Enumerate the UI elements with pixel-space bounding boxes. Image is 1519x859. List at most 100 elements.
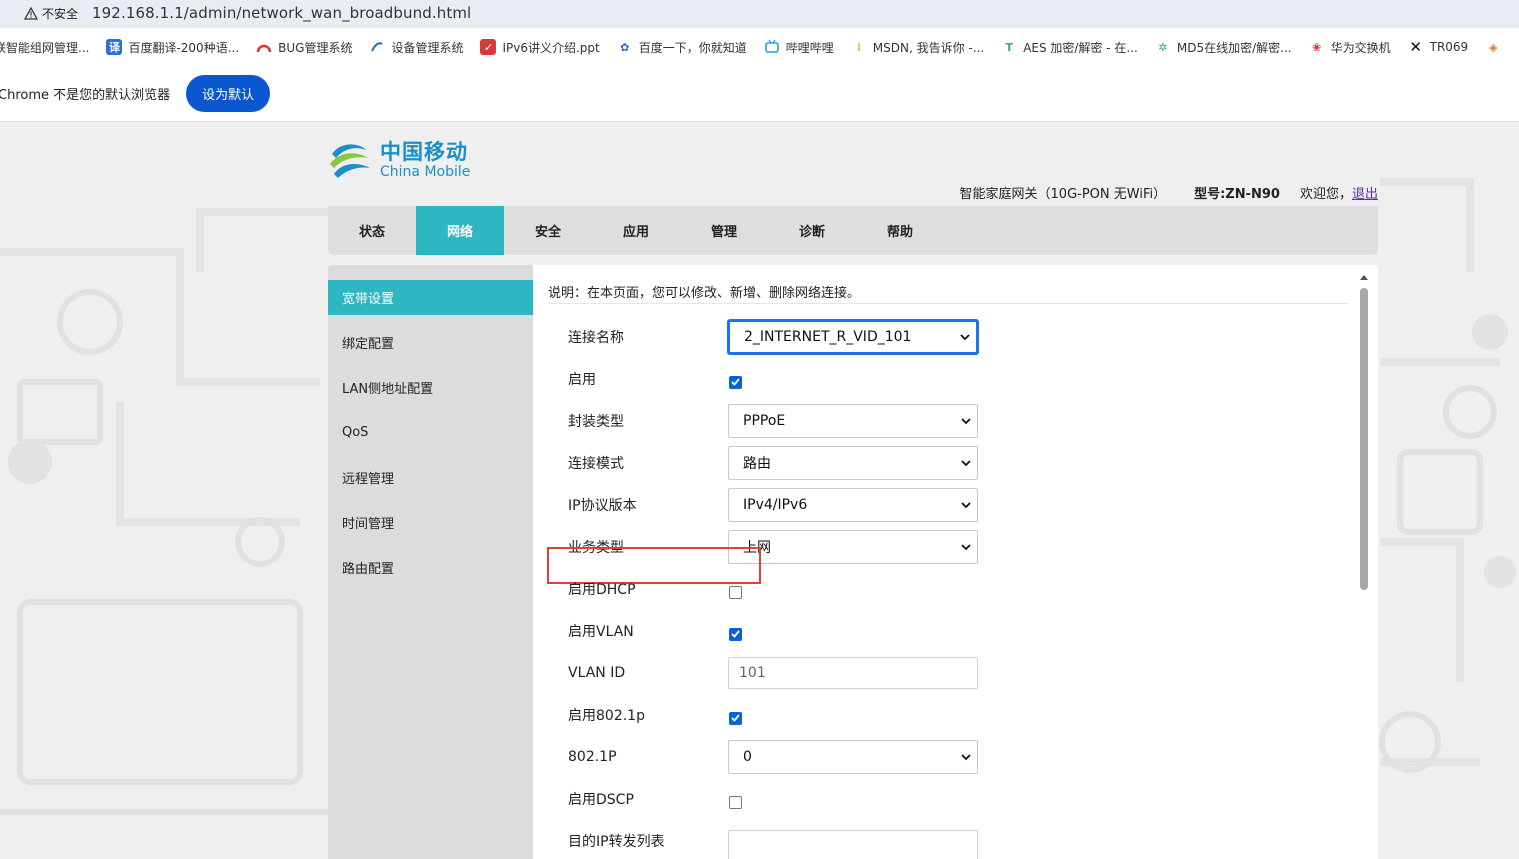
bookmark-label: 哔哩哔哩 [785,40,834,55]
scrollbar-thumb[interactable] [1360,288,1368,590]
scroll-up-arrow-icon[interactable] [1359,273,1369,281]
china-mobile-logo[interactable]: 中国移动 China Mobile [326,136,470,184]
bookmark-label: TR069 [1429,40,1469,54]
sidebar-item-routing[interactable]: 路由配置 [328,550,533,585]
logout-link[interactable]: 退出 [1352,187,1378,202]
encap-type-select[interactable]: PPPoE [728,404,978,438]
baidu-translate-icon: 译 [106,39,123,55]
sidebar-item-binding[interactable]: 绑定配置 [328,325,533,360]
security-indicator[interactable]: 不安全 [24,5,78,22]
logo-en: China Mobile [380,164,471,180]
bookmark-item[interactable]: ⁞ MSDN, 我告诉你 -... [851,39,985,56]
bookmarks-bar: 联智能组网管理... 译 百度翻译-200种语... BUG管理系统 设备管理系… [0,28,1519,66]
bookmark-item[interactable]: ✲ MD5在线加密/解密... [1155,39,1291,56]
sidebar-item-qos[interactable]: QoS [328,415,533,450]
encap-type-label: 封装类型 [568,414,624,430]
bookmark-label: IPv6讲义介绍.ppt [502,40,600,55]
omnibox[interactable]: 不安全 192.168.1.1/admin/network_wan_broadb… [8,0,1519,26]
row-dest-ip-list: 目的IP转发列表 [568,824,988,859]
model-number: 型号:ZN-N90 [1194,187,1280,202]
dest-ip-list-input[interactable] [728,830,978,859]
default-browser-infobar: Chrome 不是您的默认浏览器 设为默认 [0,66,1519,122]
main-nav: 状态 网络 安全 应用 管理 诊断 帮助 [328,206,1378,255]
conn-mode-label: 连接模式 [568,456,624,472]
tab-network[interactable]: 网络 [416,206,504,255]
bookmark-label: 设备管理系统 [391,40,464,55]
chevron-down-icon [960,333,970,340]
bookmark-item[interactable]: ✓ IPv6讲义介绍.ppt [480,39,600,56]
tab-management[interactable]: 管理 [680,206,768,255]
enable-checkbox[interactable] [729,375,742,389]
tr069-icon: ✕ [1409,38,1422,56]
chevron-down-icon [961,543,971,550]
sidebar-item-lan-address[interactable]: LAN侧地址配置 [328,370,533,405]
sidebar-item-remote-management[interactable]: 远程管理 [328,460,533,495]
ip-version-select[interactable]: IPv4/IPv6 [728,488,978,522]
bookmark-label: 百度一下，你就知道 [638,40,747,55]
security-label: 不安全 [42,6,79,21]
enable-dhcp-checkbox[interactable] [729,585,742,599]
enable-dscp-checkbox[interactable] [729,795,742,809]
enable-label: 启用 [568,372,596,388]
aes-icon: T [1005,40,1013,54]
enable-8021p-checkbox[interactable] [729,711,742,725]
sidebar-item-time-management[interactable]: 时间管理 [328,505,533,540]
bookmark-item[interactable]: 哔哩哔哩 [764,39,834,56]
url-text[interactable]: 192.168.1.1/admin/network_wan_broadbund.… [92,4,471,22]
sidebar-item-broadband[interactable]: 宽带设置 [328,280,533,315]
row-8021p: 802.1P 0 [568,740,988,774]
dest-ip-list-label: 目的IP转发列表 [568,834,665,850]
enable-8021p-label: 启用802.1p [568,708,645,724]
connection-name-value: 2_INTERNET_R_VID_101 [744,329,912,345]
conn-mode-select[interactable]: 路由 [728,446,978,480]
connection-name-select[interactable]: 2_INTERNET_R_VID_101 [728,320,978,354]
bookmark-item[interactable]: ✿ 百度一下，你就知道 [617,39,747,56]
enable-dhcp-label: 启用DHCP [568,582,636,598]
ip-version-label: IP协议版本 [568,498,637,514]
connection-name-label: 连接名称 [568,330,624,346]
tab-security[interactable]: 安全 [504,206,592,255]
tab-help[interactable]: 帮助 [856,206,944,255]
p8021-value: 0 [743,749,752,765]
bookmark-item[interactable]: ❀ 华为交换机 [1309,39,1391,56]
row-ip-version: IP协议版本 IPv4/IPv6 [568,488,988,522]
bookmark-item[interactable]: T AES 加密/解密 - 在... [1001,39,1137,56]
bookmark-label: 百度翻译-200种语... [128,40,240,55]
bookmark-item[interactable]: ◈ [1485,39,1507,55]
page-description: 说明：在本页面，您可以修改、新增、删除网络连接。 [548,282,1348,304]
bookmark-label: BUG管理系统 [278,40,353,55]
bookmark-item[interactable]: 译 百度翻译-200种语... [106,39,239,56]
row-encap-type: 封装类型 PPPoE [568,404,988,438]
chevron-down-icon [961,753,971,760]
overflow-icon: ◈ [1488,40,1498,54]
p8021-select[interactable]: 0 [728,740,978,774]
row-enable-dscp: 启用DSCP [568,782,988,816]
vlan-id-input[interactable]: 101 [728,657,978,689]
tab-status[interactable]: 状态 [328,206,416,255]
p8021-label: 802.1P [568,749,617,765]
row-enable-vlan: 启用VLAN [568,614,988,648]
msdn-icon: ⁞ [856,40,861,54]
bookmark-label: 华为交换机 [1330,40,1391,55]
tab-application[interactable]: 应用 [592,206,680,255]
router-page: 中国移动 China Mobile 智能家庭网关（10G-PON 无WiFi） … [0,122,1519,859]
row-conn-mode: 连接模式 路由 [568,446,988,480]
check-icon [731,378,740,386]
ppt-icon: ✓ [480,39,497,55]
header-info: 智能家庭网关（10G-PON 无WiFi） 型号:ZN-N90 欢迎您，退出 [932,183,1378,202]
bookmark-item[interactable]: 设备管理系统 [369,39,463,56]
bug-icon [256,44,272,53]
enable-vlan-label: 启用VLAN [568,624,634,640]
baidu-icon: ✿ [620,40,630,54]
bookmark-item[interactable]: ✕ TR069 [1408,38,1469,56]
ip-version-value: IPv4/IPv6 [743,497,808,513]
address-bar: 不安全 192.168.1.1/admin/network_wan_broadb… [0,0,1519,28]
tab-diagnostics[interactable]: 诊断 [768,206,856,255]
enable-dscp-label: 启用DSCP [568,792,634,808]
warning-icon [24,6,38,20]
bookmark-item[interactable]: BUG管理系统 [256,39,352,56]
bookmark-item[interactable]: 联智能组网管理... [0,39,89,56]
set-default-button[interactable]: 设为默认 [186,75,271,112]
enable-vlan-checkbox[interactable] [729,627,742,641]
service-type-select[interactable]: 上网 [728,530,978,564]
